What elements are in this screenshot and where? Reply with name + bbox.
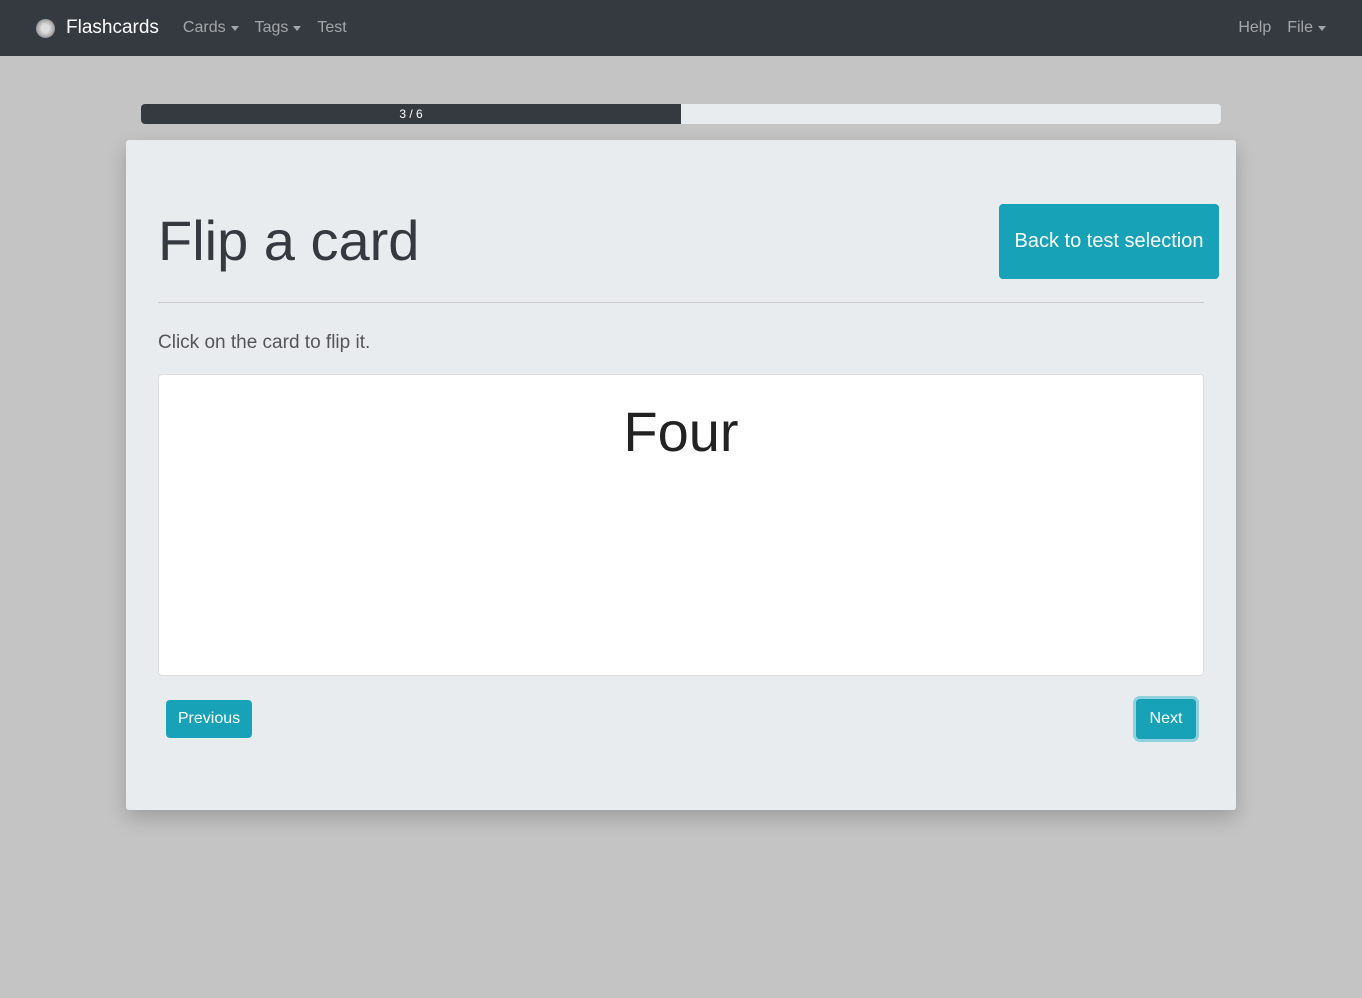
previous-button[interactable]: Previous <box>166 700 252 738</box>
brand-link[interactable]: Flashcards <box>36 17 159 39</box>
back-to-test-selection-button[interactable]: Back to test selection <box>999 204 1219 279</box>
page-title: Flip a card <box>158 209 420 272</box>
nav-tags-dropdown[interactable]: Tags <box>255 19 302 37</box>
progress-fill: 3 / 6 <box>141 104 681 124</box>
card-text: Four <box>623 400 739 463</box>
next-button[interactable]: Next <box>1136 699 1196 739</box>
brand-text: Flashcards <box>66 17 159 38</box>
nav-cards-dropdown[interactable]: Cards <box>183 19 239 37</box>
divider <box>158 302 1204 303</box>
nav-test[interactable]: Test <box>317 19 346 37</box>
nav-label: Tags <box>254 19 289 36</box>
nav-label: File <box>1287 19 1313 36</box>
test-panel: Flip a card Back to test selection Click… <box>126 140 1236 810</box>
caret-down-icon <box>1318 25 1326 31</box>
progress-label: 3 / 6 <box>399 107 423 121</box>
progress-bar: 3 / 6 <box>141 104 1221 124</box>
caret-down-icon <box>293 25 302 31</box>
navbar: Flashcards Cards Tags Test Help File <box>0 0 1362 56</box>
nav-help[interactable]: Help <box>1238 19 1271 37</box>
nav-label: Cards <box>182 19 226 36</box>
brain-logo-icon <box>36 18 55 38</box>
caret-down-icon <box>230 25 239 31</box>
nav-file-dropdown[interactable]: File <box>1287 19 1326 37</box>
flashcard[interactable]: Four <box>158 374 1204 676</box>
instruction-text: Click on the card to flip it. <box>158 332 371 353</box>
